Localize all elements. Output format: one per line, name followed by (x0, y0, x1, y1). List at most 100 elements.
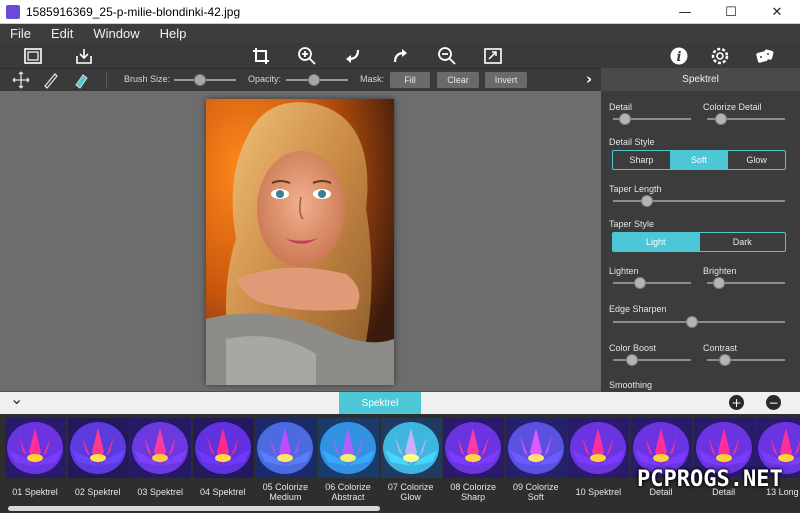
brush-icon[interactable] (40, 69, 62, 91)
detail-style-segmented: Sharp Soft Glow (612, 150, 786, 170)
brush-toolbar: Brush Size: Opacity: Mask: Fill Clear In… (0, 68, 601, 91)
main-toolbar: i (0, 43, 800, 68)
taper-length-slider-track[interactable] (613, 200, 785, 202)
minimize-button[interactable]: — (662, 0, 708, 24)
mask-clear-button[interactable]: Clear (437, 72, 479, 88)
detail-label: Detail (609, 102, 633, 112)
zoom-in-icon[interactable] (296, 45, 318, 67)
mask-fill-button[interactable]: Fill (390, 72, 430, 88)
toolbar-divider (106, 72, 107, 88)
undo-icon[interactable] (342, 45, 364, 67)
brush-size-label: Brush Size: (124, 74, 171, 84)
opacity-slider-knob[interactable] (308, 74, 320, 86)
detail-style-glow[interactable]: Glow (728, 151, 785, 169)
detail-style-soft[interactable]: Soft (670, 151, 729, 169)
add-preset-button[interactable]: + (729, 395, 744, 410)
panel-title: Spektrel (601, 68, 800, 91)
preset-thumbnail-label: 01 Spektrel (12, 487, 58, 497)
menu-edit[interactable]: Edit (51, 26, 73, 41)
brush-size-slider-knob[interactable] (194, 74, 206, 86)
contrast-slider-knob[interactable] (719, 354, 731, 366)
mask-label: Mask: (360, 74, 385, 84)
preset-thumbnail-label: 06 Colorize Abstract (325, 482, 371, 502)
portrait-photo (206, 99, 394, 385)
taper-length-slider-knob[interactable] (641, 195, 653, 207)
preset-thumbnails: 01 Spektrel 02 Spektrel 03 Spektrel 04 Spek… (0, 414, 800, 513)
lighten-label: Lighten (609, 266, 639, 276)
color-boost-slider-track[interactable] (613, 359, 691, 361)
svg-text:i: i (677, 50, 682, 65)
taper-length-label: Taper Length (609, 184, 662, 194)
watermark: PCPROGS.NET (637, 466, 783, 492)
smoothing-label: Smoothing (609, 380, 653, 390)
taper-style-label: Taper Style (609, 219, 655, 229)
preset-thumbnail-label: 08 Colorize Sharp (450, 482, 496, 502)
detail-style-label: Detail Style (609, 137, 655, 147)
preset-thumbnail[interactable] (568, 418, 630, 478)
info-icon[interactable]: i (668, 45, 690, 67)
taper-style-dark[interactable]: Dark (700, 233, 786, 251)
preset-thumbnail[interactable] (192, 418, 254, 478)
fit-to-window-icon[interactable] (482, 45, 504, 67)
save-image-icon[interactable] (73, 45, 95, 67)
lighten-slider-track[interactable] (613, 282, 691, 284)
preset-thumbnail-label: 02 Spektrel (74, 487, 121, 497)
settings-icon[interactable] (709, 45, 731, 67)
maximize-button[interactable]: ☐ (708, 0, 754, 24)
lighten-slider-knob[interactable] (634, 277, 646, 289)
edge-sharpen-slider-knob[interactable] (686, 316, 698, 328)
menu-bar: File Edit Window Help (0, 24, 800, 43)
color-boost-slider-knob[interactable] (626, 354, 638, 366)
preset-bar: ⌄ Spektrel + − (0, 389, 800, 414)
collapse-presets-icon[interactable]: ⌄ (10, 389, 23, 408)
taper-style-light[interactable]: Light (613, 233, 700, 251)
preset-thumbnail[interactable] (130, 418, 192, 478)
redo-icon[interactable] (389, 45, 411, 67)
menu-window[interactable]: Window (93, 26, 139, 41)
contrast-label: Contrast (703, 343, 738, 353)
edge-sharpen-slider-track[interactable] (613, 321, 785, 323)
preset-tab-spektrel[interactable]: Spektrel (339, 392, 421, 414)
image-canvas[interactable] (0, 91, 601, 391)
colorize-detail-slider-knob[interactable] (715, 113, 727, 125)
menu-help[interactable]: Help (160, 26, 187, 41)
mask-invert-button[interactable]: Invert (485, 72, 527, 88)
preset-thumbnail[interactable] (380, 418, 442, 478)
panel-toggle-arrow[interactable]: › (586, 70, 592, 88)
effect-panel: Spektrel Detail Colorize Detail Detail S… (601, 68, 800, 392)
brighten-label: Brighten (703, 266, 737, 276)
preset-thumbnail[interactable] (505, 418, 567, 478)
detail-style-sharp[interactable]: Sharp (613, 151, 671, 169)
random-dice-icon[interactable] (754, 45, 776, 67)
preset-thumbnail-label: 04 Spektrel (200, 487, 246, 497)
preset-thumbnail[interactable] (5, 418, 66, 478)
preset-thumbnail-label: 07 Colorize Glow (387, 482, 434, 502)
edge-sharpen-label: Edge Sharpen (609, 304, 667, 314)
preset-thumbnail-label: 05 Colorize Medium (262, 482, 309, 502)
watermark-text: PCPROGS.NET (637, 466, 783, 492)
brighten-slider-knob[interactable] (713, 277, 725, 289)
thumbnails-scrollbar[interactable] (8, 506, 380, 511)
close-button[interactable]: ✕ (754, 0, 800, 24)
preset-thumbnail[interactable] (255, 418, 317, 478)
preset-thumbnail-label: 10 Spektrel (575, 487, 622, 497)
taper-style-segmented: Light Dark (612, 232, 786, 252)
title-bar: 1585916369_25-p-milie-blondinki-42.jpg —… (0, 0, 800, 24)
app-icon (6, 4, 20, 19)
preset-thumbnail[interactable] (67, 418, 129, 478)
preset-thumbnail[interactable] (318, 418, 379, 478)
open-image-icon[interactable] (22, 45, 44, 67)
menu-file[interactable]: File (10, 26, 31, 41)
window-title: 1585916369_25-p-milie-blondinki-42.jpg (26, 4, 241, 19)
preset-thumbnail[interactable] (443, 418, 505, 478)
colorize-detail-label: Colorize Detail (703, 102, 762, 112)
preset-thumbnail-label: 03 Spektrel (137, 487, 183, 497)
opacity-label: Opacity: (248, 74, 282, 84)
remove-preset-button[interactable]: − (766, 395, 781, 410)
eraser-icon[interactable] (70, 69, 92, 91)
preset-thumbnail-label: 09 Colorize Soft (513, 482, 559, 502)
zoom-out-icon[interactable] (436, 45, 458, 67)
detail-slider-knob[interactable] (619, 113, 631, 125)
move-icon[interactable] (10, 69, 32, 91)
crop-icon[interactable] (250, 45, 272, 67)
